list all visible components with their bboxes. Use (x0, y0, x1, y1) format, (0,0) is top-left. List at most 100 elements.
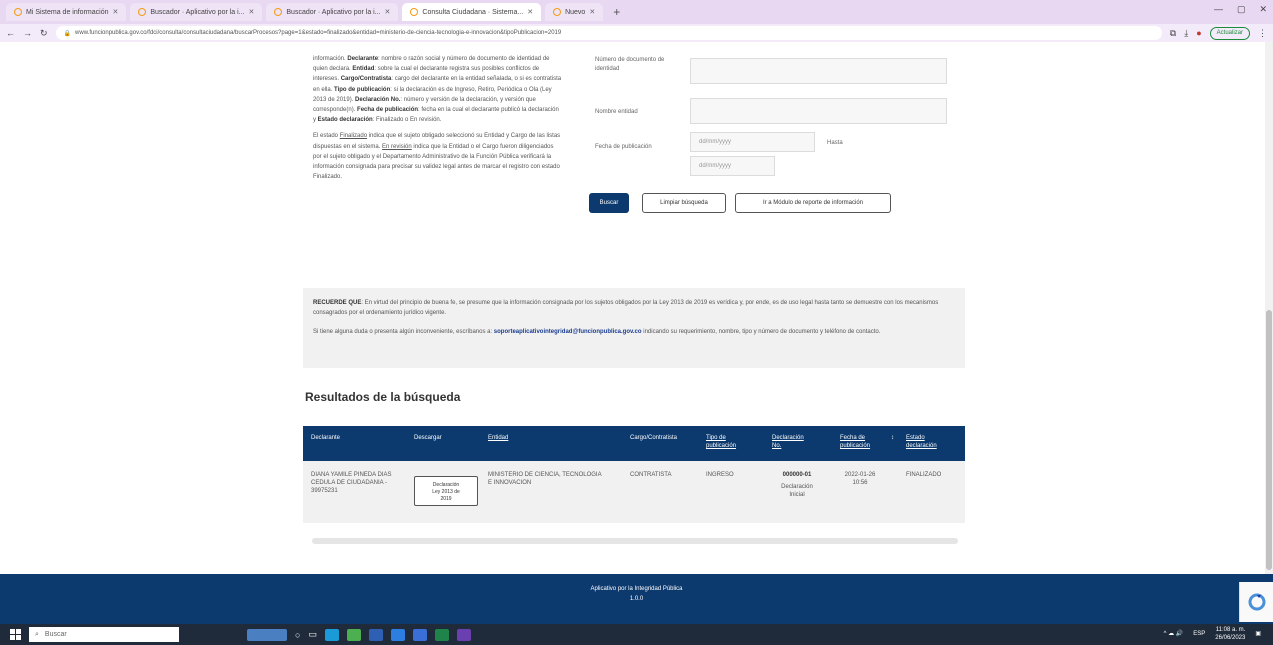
header-declarante: Declarante (311, 435, 341, 441)
windows-start-icon[interactable] (10, 629, 21, 640)
language-indicator[interactable]: ESP (1193, 630, 1205, 638)
notice-text-2a: Si tiene alguna duda o presenta algún in… (313, 329, 494, 335)
tab-close-icon[interactable]: ✕ (589, 8, 595, 16)
download-line2: Ley 2013 de (432, 489, 460, 495)
doc-number-input[interactable] (690, 58, 947, 84)
browser-tab[interactable]: Nuevo ✕ (545, 3, 604, 21)
tab-favicon-icon (138, 8, 147, 16)
header-descargar: Descargar (414, 435, 442, 441)
tab-close-icon[interactable]: ✕ (385, 8, 391, 16)
app-icon[interactable] (368, 628, 383, 641)
notice-text-1: : En virtud del principio de buena fe, s… (313, 300, 939, 316)
entity-name-input[interactable] (690, 98, 947, 124)
chrome-icon[interactable] (346, 628, 361, 641)
table-row: DIANA YAMILE PINEDA DIAS CEDULA DE CIUDA… (303, 461, 965, 523)
back-icon[interactable]: ← (6, 28, 15, 38)
taskbar-search-input[interactable]: ⌕ Buscar (29, 627, 179, 642)
sort-arrow-icon[interactable]: ↕ (891, 434, 894, 442)
new-tab-button[interactable]: + (613, 5, 620, 19)
clear-search-button[interactable]: Limpiar búsqueda (642, 193, 726, 213)
declaracion-sub2: Inicial (789, 492, 805, 498)
header-estado-line2: declaración (906, 443, 937, 449)
minimize-icon[interactable]: — (1214, 4, 1223, 15)
header-entidad[interactable]: Entidad (488, 434, 508, 442)
tab-favicon-icon (274, 8, 283, 16)
declarante-doc-number: 39975231 (311, 488, 338, 494)
header-cargo: Cargo/Contratista (630, 435, 678, 441)
header-tipo-publicacion[interactable]: Tipo de publicación (706, 434, 736, 450)
recaptcha-badge[interactable] (1239, 582, 1273, 622)
tab-label: Buscador · Aplicativo por la i... (150, 8, 245, 16)
table-horizontal-scrollbar[interactable] (312, 538, 958, 544)
download-icon[interactable]: ⤓ (1184, 28, 1188, 39)
finalizado-link[interactable]: Finalizado (340, 133, 367, 139)
search-icon: ⌕ (35, 630, 39, 638)
help-text: información. (313, 56, 348, 62)
edge-icon[interactable] (324, 628, 339, 641)
date-to-input[interactable]: dd/mm/yyyy (690, 156, 775, 176)
fecha-time: 10:56 (852, 480, 868, 486)
header-fecha-line2: publicación (840, 443, 871, 449)
help-text: : Finalizado o En revisión. (372, 117, 442, 124)
header-fecha-publicacion[interactable]: Fecha de publicación (840, 434, 870, 450)
menu-icon[interactable]: ⋮ (1258, 28, 1267, 39)
support-email-link[interactable]: soporteaplicativointegridad@funcionpubli… (494, 329, 642, 335)
header-tipo-line2: publicación (706, 443, 737, 449)
notification-icon[interactable]: ▣ (1255, 630, 1261, 638)
tab-close-icon[interactable]: ✕ (112, 8, 118, 16)
url-input[interactable]: 🔒 www.funcionpublica.gov.co/fdci/consult… (55, 26, 1162, 40)
tab-close-icon[interactable]: ✕ (527, 8, 533, 16)
extensions-icon[interactable]: ⧉ (1170, 28, 1176, 39)
browser-tab[interactable]: Consulta Ciudadana · Sistema... ✕ (402, 3, 542, 21)
forward-icon[interactable]: → (23, 28, 32, 38)
close-window-icon[interactable]: ✕ (1259, 4, 1267, 15)
notice-box: RECUERDE QUE: En virtud del principio de… (303, 288, 965, 368)
tab-favicon-icon (553, 8, 562, 16)
page-scrollbar-thumb[interactable] (1266, 310, 1272, 570)
profile-icon[interactable]: ● (1196, 28, 1201, 38)
clock-time: 11:08 a. m. (1215, 627, 1246, 633)
browser-tab[interactable]: Buscador · Aplicativo por la i... ✕ (266, 3, 399, 21)
header-declaracion-no[interactable]: Declaración No. (772, 434, 804, 450)
header-fecha-line1: Fecha de (840, 435, 866, 441)
word-icon[interactable] (412, 628, 427, 641)
tray-arrows-icon[interactable]: ^ ☁ 🔊 (1164, 630, 1184, 638)
en-revision-link[interactable]: En revisión (382, 144, 412, 150)
download-declaration-button[interactable]: Declaración Ley 2013 de 2019 (414, 476, 478, 506)
mail-icon[interactable] (390, 628, 405, 641)
teams-icon[interactable] (456, 628, 471, 641)
help-field-name: Tipo de publicación (334, 86, 391, 93)
tab-label: Nuevo (565, 8, 586, 16)
cell-estado: FINALIZADO (906, 472, 942, 478)
report-module-button[interactable]: Ir a Módulo de reporte de información (735, 193, 891, 213)
download-line3: 2019 (440, 496, 452, 502)
cell-declaracion: 000000-01 Declaración Inicial (772, 471, 822, 499)
task-view-icon[interactable]: ○ (295, 630, 300, 640)
help-field-name: Declarante (347, 56, 379, 62)
header-decl-line1: Declaración (772, 435, 804, 441)
help-text-column: información. Declarante: nombre o razón … (313, 54, 563, 188)
update-button[interactable]: Actualizar (1209, 26, 1250, 40)
browser-tab[interactable]: Mi Sistema de información ✕ (6, 3, 127, 21)
cell-entidad: MINISTERIO DE CIENCIA, TECNOLOGIA E INNO… (488, 471, 628, 487)
help-field-name: Declaración No. (355, 96, 401, 103)
widget-icon[interactable] (247, 628, 287, 641)
browser-tab[interactable]: Buscador · Aplicativo por la i... ✕ (130, 3, 263, 21)
header-tipo-line1: Tipo de (706, 435, 726, 441)
system-tray: ^ ☁ 🔊 ESP 11:08 a. m. 26/06/2023 ▣ (1164, 626, 1261, 642)
excel-icon[interactable] (434, 628, 449, 641)
tab-favicon-icon (410, 8, 419, 16)
reload-icon[interactable]: ↻ (40, 28, 48, 39)
results-title: Resultados de la búsqueda (305, 390, 461, 404)
clock[interactable]: 11:08 a. m. 26/06/2023 (1215, 626, 1245, 642)
cell-fecha: 2022-01-26 10:56 (840, 471, 880, 487)
date-from-input[interactable]: dd/mm/yyyy (690, 132, 815, 152)
tab-close-icon[interactable]: ✕ (249, 8, 255, 16)
fecha-date: 2022-01-26 (844, 472, 876, 478)
maximize-icon[interactable]: ▢ (1237, 4, 1246, 15)
header-estado-declaracion[interactable]: Estado declaración (906, 434, 937, 450)
search-button[interactable]: Buscar (589, 193, 629, 213)
taskview-icon[interactable]: ▭ (308, 629, 317, 640)
os-taskbar: ⌕ Buscar ○ ▭ ^ ☁ 🔊 ESP 11:08 a. m. 26/06… (0, 624, 1273, 645)
window-controls: — ▢ ✕ (1214, 4, 1267, 15)
